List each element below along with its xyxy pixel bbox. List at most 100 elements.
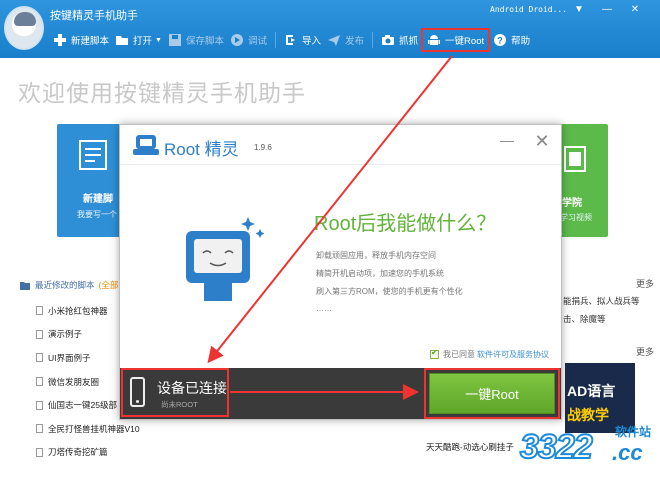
- toolbar: 新建脚本 打开 ▼ 保存脚本 调试 导入 发布 抓抓 一键Root ? 帮助: [50, 28, 533, 52]
- feature-text: 卸载顽固应用，释放手机内存空间: [316, 251, 436, 260]
- help-label: 帮助: [511, 36, 531, 47]
- debug-label: 调试: [247, 36, 267, 47]
- publish-label: 发布: [345, 36, 365, 47]
- file-icon: [36, 329, 43, 339]
- open-label: 打开: [133, 36, 153, 47]
- welcome-heading: 欢迎使用按键精灵手机助手: [18, 80, 306, 106]
- help-button[interactable]: ? 帮助: [490, 29, 533, 51]
- agree-label: 我已同意: [443, 350, 475, 359]
- help-icon: ?: [493, 33, 507, 47]
- list-item[interactable]: 刀塔传奇挖矿篇: [36, 441, 140, 465]
- more-link[interactable]: 更多: [636, 277, 654, 290]
- dialog-version: 1.9.6: [254, 143, 272, 152]
- toolbar-divider: [275, 32, 276, 48]
- file-icon: [36, 447, 43, 457]
- recent-scripts-header: 最近修改的脚本 (全部: [20, 279, 118, 291]
- import-button[interactable]: 导入: [281, 29, 324, 51]
- one-click-root-toolbar-button[interactable]: 一键Root: [421, 28, 491, 52]
- file-icon: [36, 306, 43, 316]
- new-script-card[interactable]: 新建脚 我要写一个: [57, 124, 127, 237]
- license-link[interactable]: 软件许可及服务协议: [477, 349, 549, 360]
- folder-icon: [20, 281, 30, 290]
- device-status-subtitle: 尚未ROOT: [161, 400, 198, 409]
- publish-button[interactable]: 发布: [324, 29, 367, 51]
- folder-icon: [115, 33, 129, 47]
- list-item[interactable]: 全民打怪兽挂机神器V10: [36, 417, 140, 441]
- phone-icon: [130, 377, 145, 407]
- camera-icon: [381, 33, 395, 47]
- play-icon: [230, 33, 244, 47]
- robot-logo-icon: [133, 135, 159, 155]
- dialog-footer: 设备已连接 尚未ROOT 一键Root: [120, 368, 561, 419]
- debug-button[interactable]: 调试: [227, 29, 270, 51]
- svg-text:?: ?: [497, 36, 503, 46]
- dialog-close-button[interactable]: ✕: [532, 131, 552, 151]
- list-item-label: 全民打怪兽挂机神器V10: [48, 423, 140, 434]
- device-status: 设备已连接 尚未ROOT: [121, 368, 229, 417]
- news-link[interactable]: 天天酷跑-动选心刷挂子: [426, 441, 514, 453]
- site-watermark: 3322 .cc 软件站: [519, 418, 655, 474]
- save-icon: [168, 33, 182, 47]
- list-item-label: 刀塔传奇挖矿篇: [48, 447, 108, 458]
- chevron-down-icon: ▼: [155, 36, 162, 44]
- save-script-label: 保存脚本: [185, 36, 224, 47]
- toolbar-divider: [372, 32, 374, 48]
- android-icon: [427, 33, 441, 47]
- list-item-label: UI界面例子: [48, 352, 91, 363]
- film-icon: [564, 146, 586, 172]
- list-item-label: 微信发朋友圈: [48, 376, 100, 387]
- one-click-root-highlight: 一键Root: [424, 368, 560, 419]
- list-item-label: 小米抢红包神器: [48, 305, 108, 316]
- device-status-title: 设备已连接: [157, 380, 227, 396]
- side-item-text[interactable]: 能捐兵、拟人战兵等: [563, 295, 640, 307]
- app-title: 按键精灵手机助手: [50, 10, 138, 22]
- dialog-minimize-button[interactable]: —: [498, 133, 516, 151]
- one-click-root-button[interactable]: 一键Root: [429, 373, 555, 414]
- dropdown-icon[interactable]: ▼: [572, 4, 586, 16]
- root-dialog: Root 精灵 1.9.6 — ✕ Root后我能做什么？ 卸载顽固应用，释放手…: [119, 124, 562, 420]
- feature-text: 精简开机启动项，加速您的手机系统: [316, 269, 444, 278]
- open-button[interactable]: 打开 ▼: [112, 29, 165, 51]
- feature-text: 刷入第三方ROM，使您的手机更有个性化: [316, 287, 463, 296]
- school-card-subtitle: 学习视频: [560, 213, 592, 222]
- list-item-label: 演示例子: [48, 329, 83, 340]
- watermark-domain: .cc: [612, 440, 643, 465]
- one-click-root-label: 一键Root: [445, 36, 485, 47]
- device-select[interactable]: Android Droid...: [490, 5, 568, 18]
- agreement-row: 我已同意 软件许可及服务协议: [430, 348, 549, 360]
- side-item-text[interactable]: 击、除魔等: [563, 313, 606, 325]
- new-script-card-subtitle: 我要写一个: [77, 210, 117, 219]
- new-script-label: 新建脚本: [71, 36, 110, 47]
- file-icon: [36, 400, 43, 410]
- file-icon: [36, 377, 43, 387]
- list-item-label: 仙国志一键25级部: [48, 400, 117, 411]
- publish-icon: [327, 33, 341, 47]
- dialog-heading: Root后我能做什么？: [314, 213, 497, 235]
- close-button[interactable]: ✕: [628, 4, 642, 16]
- agree-checkbox[interactable]: [430, 348, 439, 359]
- watermark-number: 3322: [519, 427, 594, 467]
- capture-button[interactable]: 抓抓: [378, 29, 421, 51]
- save-script-button[interactable]: 保存脚本: [165, 29, 227, 51]
- minimize-button[interactable]: —: [600, 4, 614, 16]
- recent-scripts-all-link[interactable]: (全部: [99, 279, 119, 291]
- ad-banner-line: AD语言: [567, 383, 616, 399]
- plus-icon: [53, 33, 67, 47]
- watermark-tag: 软件站: [615, 425, 652, 439]
- file-icon: [36, 353, 43, 363]
- capture-label: 抓抓: [399, 36, 419, 47]
- robot-mascot-icon: [186, 217, 265, 301]
- import-icon: [284, 33, 298, 47]
- new-script-button[interactable]: 新建脚本: [50, 29, 112, 51]
- avatar[interactable]: [4, 6, 44, 50]
- more-link[interactable]: 更多: [636, 345, 654, 358]
- title-bar: 按键精灵手机助手 Android Droid... ▼ — ✕ 新建脚本 打开 …: [0, 0, 660, 58]
- dialog-brand: Root 精灵: [164, 140, 239, 159]
- import-label: 导入: [302, 36, 322, 47]
- new-script-card-title: 新建脚: [83, 194, 113, 205]
- dialog-header: Root 精灵 1.9.6 — ✕: [120, 125, 561, 165]
- feature-text: ……: [316, 304, 332, 313]
- file-icon: [36, 424, 43, 434]
- school-card-title: 学院: [562, 198, 582, 209]
- school-card[interactable]: 学院 学习视频: [560, 124, 608, 237]
